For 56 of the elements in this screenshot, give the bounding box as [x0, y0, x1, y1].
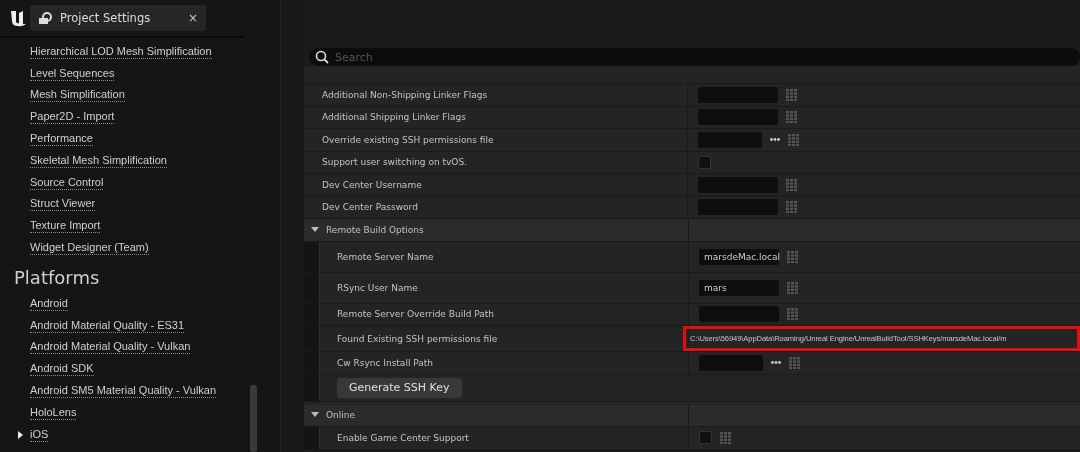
checkbox[interactable]	[698, 155, 711, 169]
category-heading: Remote Build Options	[326, 224, 424, 235]
generate-button[interactable]: Generate SSH Key	[337, 377, 462, 398]
category-link[interactable]: Texture Import	[30, 219, 101, 234]
property-label: RSync User Name	[337, 282, 418, 293]
expand-arrow-icon[interactable]	[17, 430, 25, 439]
category-link[interactable]: Performance	[30, 132, 93, 147]
browse-button[interactable]	[771, 361, 781, 365]
property-label: Override existing SSH permissions file	[322, 134, 494, 145]
category-link[interactable]: Struct Viewer	[30, 197, 96, 212]
category-link[interactable]: Android SDK	[30, 362, 94, 377]
property-label: Enable Game Center Support	[337, 432, 469, 443]
property-label: Dev Center Username	[322, 179, 422, 190]
property-label: Additional Shipping Linker Flags	[322, 112, 466, 123]
category-link[interactable]: Mesh Simplification	[30, 88, 125, 103]
property-label: Dev Center Password	[322, 202, 418, 213]
section-heading: Platforms	[13, 266, 101, 291]
category-link[interactable]: Level Sequences	[30, 66, 115, 81]
close-button[interactable]: ×	[187, 11, 198, 25]
text-field[interactable]: marsdeMac.local	[699, 248, 779, 265]
category-link[interactable]: Paper2D - Import	[30, 110, 115, 125]
project-settings-tab[interactable]: Project Settings ×	[30, 5, 206, 31]
grid-icon	[786, 88, 798, 101]
category-link[interactable]: Android Material Quality - Vulkan	[30, 340, 191, 355]
category-link[interactable]: Android	[30, 296, 68, 311]
category-link[interactable]: Android Material Quality - ES31	[30, 318, 185, 333]
grid-icon	[786, 111, 798, 124]
grid-icon	[786, 178, 798, 191]
property-label: Remote Server Override Build Path	[337, 309, 494, 320]
grid-icon	[787, 281, 799, 294]
engine-logo-icon	[8, 8, 28, 28]
text-field[interactable]: mars	[699, 279, 779, 296]
grid-icon	[787, 308, 799, 321]
category-link[interactable]: Widget Designer (Team)	[30, 241, 149, 256]
category-link[interactable]: iOS	[30, 427, 49, 442]
category-heading: Online	[326, 410, 356, 421]
property-label: Additional Non-Shipping Linker Flags	[322, 89, 488, 100]
collapse-arrow-icon[interactable]	[311, 225, 319, 234]
category-link[interactable]: HoloLens	[30, 405, 77, 420]
checkbox[interactable]	[699, 431, 712, 445]
property-label: Cw Rsync Install Path	[337, 357, 433, 368]
grid-icon	[788, 133, 800, 146]
grid-icon	[787, 250, 799, 263]
grid-icon	[789, 356, 801, 369]
property-label: Remote Server Name	[337, 251, 434, 262]
category-link[interactable]: Source Control	[30, 175, 104, 190]
category-link[interactable]: Hierarchical LOD Mesh Simplification	[30, 44, 212, 59]
scrollbar-thumb[interactable]	[250, 385, 257, 452]
category-link[interactable]: Android SM5 Material Quality - Vulkan	[30, 384, 217, 399]
property-label: Found Existing SSH permissions file	[337, 333, 498, 344]
property-label: Support user switching on tvOS.	[322, 157, 468, 168]
grid-icon	[786, 201, 798, 214]
category-link[interactable]: Skeletal Mesh Simplification	[30, 153, 167, 168]
tab-title: Project Settings	[60, 11, 152, 25]
search-field[interactable]: Search	[309, 48, 1080, 66]
browse-button[interactable]	[770, 138, 780, 142]
